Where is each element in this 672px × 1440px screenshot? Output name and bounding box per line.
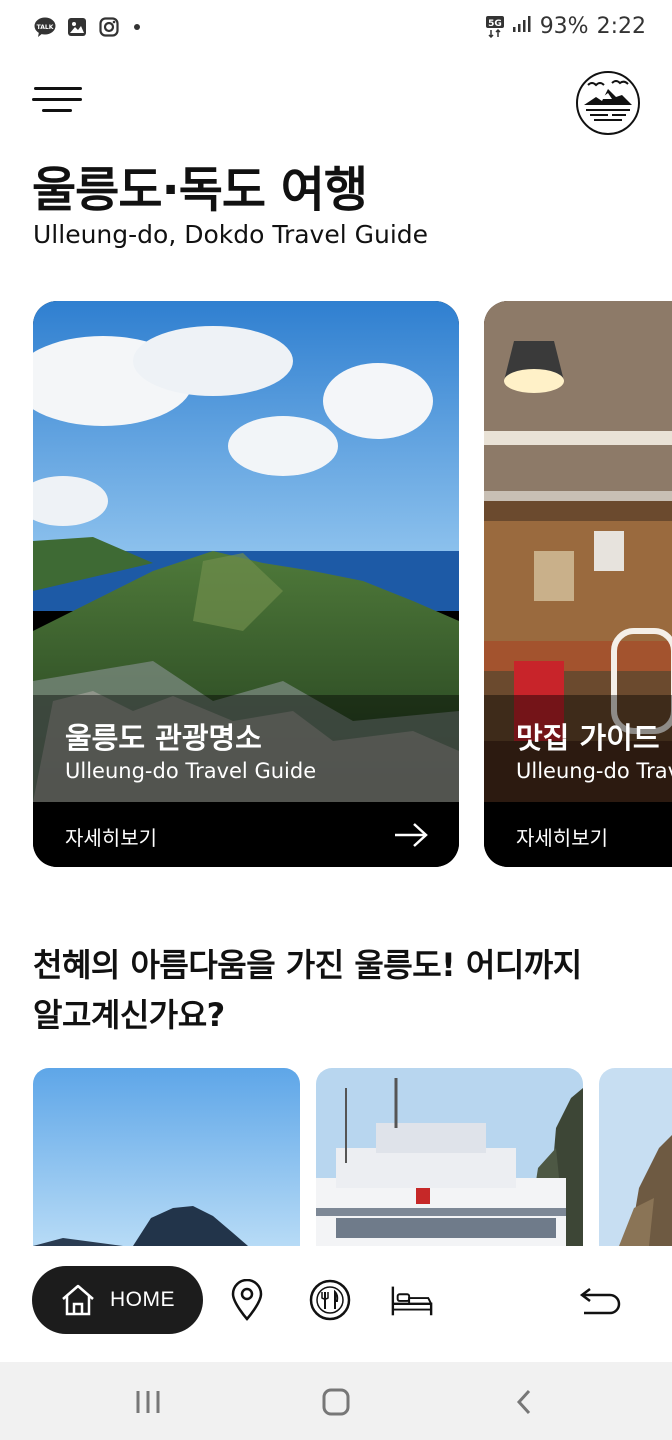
svg-text:TALK: TALK: [37, 24, 54, 31]
home-system-icon[interactable]: [316, 1384, 356, 1420]
island-logo-icon: [584, 80, 632, 121]
section-title-line: 천혜의 아름다움을 가진 울릉도! 어디까지: [33, 946, 582, 984]
card-subtitle: Ulleung-do Travel Guide: [516, 759, 672, 783]
network-5g-icon: 5G: [485, 15, 504, 38]
thumbnail-ferry[interactable]: [316, 1068, 583, 1246]
card-attractions[interactable]: 울릉도 관광명소 Ulleung-do Travel Guide 자세히보기: [33, 301, 459, 867]
menu-button[interactable]: [32, 84, 82, 118]
card-restaurants[interactable]: 맛집 가이드 Ulleung-do Travel Guide 자세히보기: [484, 301, 672, 867]
thumbnail-rock[interactable]: [599, 1068, 672, 1246]
card-footer[interactable]: 자세히보기: [484, 802, 672, 867]
card-more-label: 자세히보기: [65, 826, 157, 850]
talk-icon: TALK: [34, 16, 56, 38]
battery-percent: 93%: [539, 14, 589, 39]
card-title: 울릉도 관광명소: [65, 721, 262, 755]
arrow-right-icon: [395, 823, 428, 847]
card-more-label: 자세히보기: [516, 826, 608, 850]
clock: 2:22: [596, 14, 646, 39]
back-arrow-icon[interactable]: [578, 1278, 622, 1322]
back-system-icon[interactable]: [504, 1384, 544, 1420]
location-pin-icon[interactable]: [225, 1278, 269, 1322]
home-icon: [62, 1284, 94, 1316]
signal-icon: [512, 14, 532, 39]
card-footer[interactable]: 자세히보기: [33, 802, 459, 867]
restaurant-icon[interactable]: [308, 1278, 352, 1322]
gallery-icon: [66, 16, 88, 38]
dokdo-photo: [33, 1068, 300, 1246]
menu-icon: [34, 87, 82, 90]
section-title-line: 알고계신가요?: [33, 996, 225, 1034]
section-title: 천혜의 아름다움을 가진 울릉도! 어디까지 알고계신가요?: [33, 940, 633, 1040]
bed-icon[interactable]: [390, 1278, 434, 1322]
bottom-navigation: HOME: [0, 1246, 672, 1362]
system-navigation-bar: [0, 1362, 672, 1440]
notification-dot-icon: [134, 24, 140, 30]
thumbnail-dokdo[interactable]: [33, 1068, 300, 1246]
recent-apps-icon[interactable]: [128, 1384, 168, 1420]
card-subtitle: Ulleung-do Travel Guide: [65, 759, 317, 783]
page-subtitle: Ulleung-do, Dokdo Travel Guide: [33, 220, 429, 249]
card-title: 맛집 가이드: [516, 721, 660, 755]
menu-icon-line: [42, 109, 72, 112]
svg-text:5G: 5G: [488, 19, 502, 29]
ferry-photo: [316, 1068, 583, 1246]
home-label: HOME: [110, 1288, 175, 1311]
page-title: 울릉도·독도 여행: [32, 162, 368, 218]
logo[interactable]: [576, 71, 640, 135]
home-button[interactable]: HOME: [32, 1266, 203, 1334]
status-bar: TALK 5G 93% 2:22: [0, 0, 672, 56]
rock-cliff-photo: [599, 1068, 672, 1246]
menu-icon-line: [32, 98, 82, 101]
instagram-icon: [98, 16, 120, 38]
